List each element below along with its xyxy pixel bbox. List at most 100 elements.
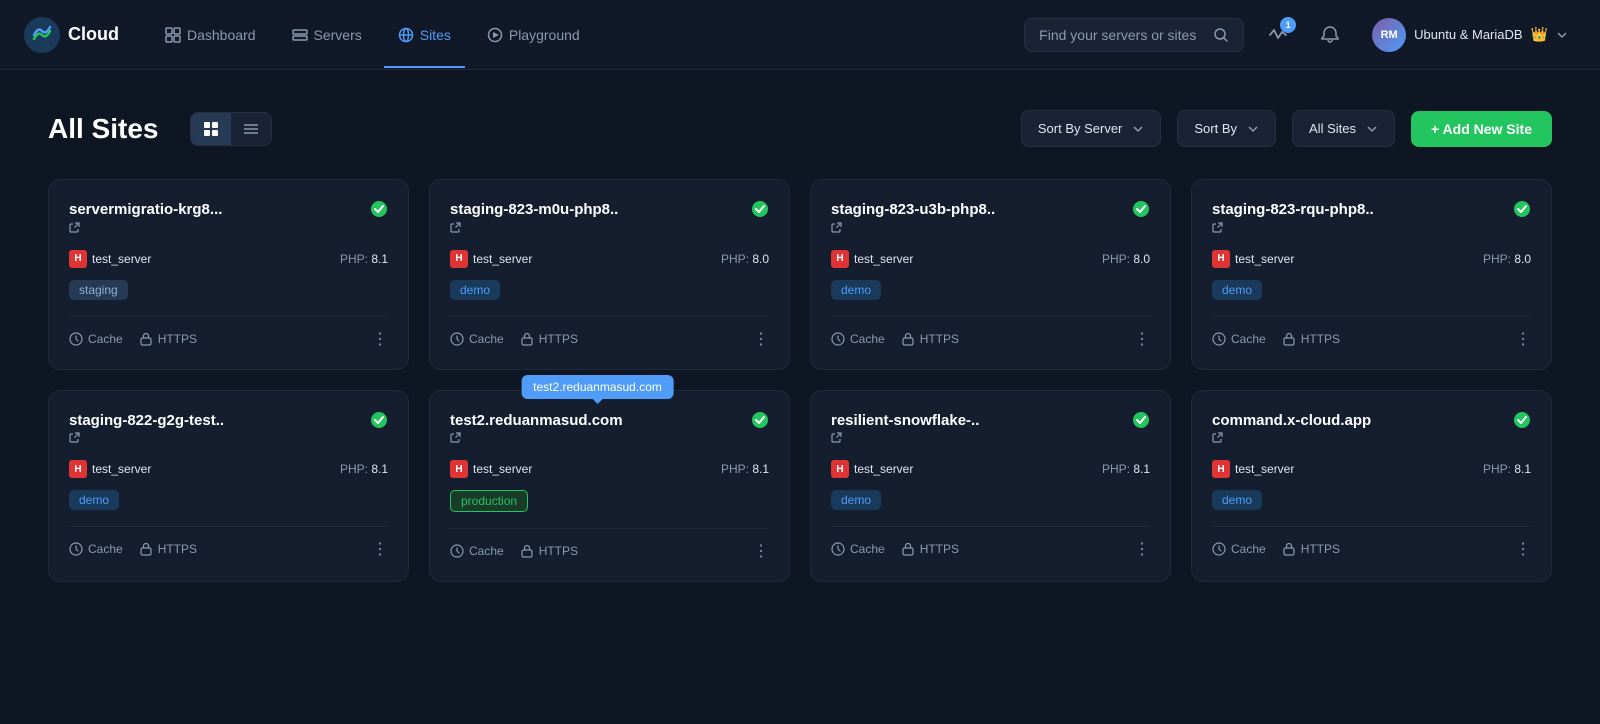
- https-button[interactable]: HTTPS: [1282, 542, 1340, 556]
- server-badge: H test_server: [831, 250, 913, 268]
- more-options-button[interactable]: ⋮: [1515, 539, 1531, 559]
- https-button[interactable]: HTTPS: [901, 332, 959, 346]
- external-link-icon[interactable]: [831, 432, 842, 446]
- cache-button[interactable]: Cache: [69, 332, 123, 346]
- https-label: HTTPS: [920, 332, 959, 346]
- site-card[interactable]: servermigratio-krg8... H test_server PHP…: [48, 179, 409, 370]
- site-card[interactable]: staging-822-g2g-test.. H test_server PHP…: [48, 390, 409, 583]
- site-tag[interactable]: demo: [831, 490, 881, 510]
- cache-icon: [69, 542, 83, 556]
- avatar: RM: [1372, 18, 1406, 52]
- php-badge: PHP: 8.1: [1102, 462, 1150, 476]
- cache-button[interactable]: Cache: [1212, 332, 1266, 346]
- site-card[interactable]: staging-823-m0u-php8.. H test_server PHP…: [429, 179, 790, 370]
- nav-item-dashboard[interactable]: Dashboard: [151, 19, 270, 51]
- https-button[interactable]: HTTPS: [1282, 332, 1340, 346]
- card-actions: Cache HTTPS ⋮: [69, 316, 388, 349]
- https-label: HTTPS: [1301, 542, 1340, 556]
- cache-button[interactable]: Cache: [450, 332, 504, 346]
- php-version: 8.1: [752, 462, 769, 476]
- nav-item-playground[interactable]: Playground: [473, 19, 594, 51]
- https-icon: [901, 542, 915, 556]
- php-version: 8.0: [1514, 252, 1531, 266]
- hetzner-icon: H: [450, 460, 468, 478]
- site-card[interactable]: staging-823-u3b-php8.. H test_server PHP…: [810, 179, 1171, 370]
- https-button[interactable]: HTTPS: [520, 544, 578, 558]
- sort-by-server-dropdown[interactable]: Sort By Server: [1021, 110, 1162, 147]
- php-badge: PHP: 8.1: [340, 462, 388, 476]
- external-link-icon[interactable]: [831, 222, 842, 236]
- site-name: staging-823-rqu-php8..: [1212, 200, 1507, 220]
- more-options-button[interactable]: ⋮: [372, 539, 388, 559]
- chevron-down-icon: [1132, 123, 1144, 135]
- card-meta: H test_server PHP: 8.1: [69, 250, 388, 268]
- activity-badge: 1: [1280, 17, 1296, 33]
- notifications-button[interactable]: [1312, 17, 1348, 53]
- https-label: HTTPS: [920, 542, 959, 556]
- site-tag[interactable]: demo: [1212, 280, 1262, 300]
- nav-item-servers[interactable]: Servers: [278, 19, 376, 51]
- site-tag[interactable]: demo: [69, 490, 119, 510]
- cache-button[interactable]: Cache: [450, 544, 504, 558]
- https-button[interactable]: HTTPS: [139, 542, 197, 556]
- https-icon: [1282, 542, 1296, 556]
- sites-grid: servermigratio-krg8... H test_server PHP…: [48, 179, 1552, 582]
- sort-by-dropdown[interactable]: Sort By: [1177, 110, 1276, 147]
- more-options-button[interactable]: ⋮: [753, 541, 769, 561]
- hetzner-icon: H: [69, 250, 87, 268]
- site-name: servermigratio-krg8...: [69, 200, 364, 220]
- https-label: HTTPS: [539, 544, 578, 558]
- nav-item-sites[interactable]: Sites: [384, 19, 465, 51]
- external-link-icon[interactable]: [1212, 222, 1223, 236]
- https-button[interactable]: HTTPS: [901, 542, 959, 556]
- filter-dropdown[interactable]: All Sites: [1292, 110, 1395, 147]
- cache-button[interactable]: Cache: [831, 542, 885, 556]
- site-card[interactable]: command.x-cloud.app H test_server PHP: 8…: [1191, 390, 1552, 583]
- site-card[interactable]: staging-823-rqu-php8.. H test_server PHP…: [1191, 179, 1552, 370]
- user-menu[interactable]: RM Ubuntu & MariaDB 👑: [1364, 14, 1576, 56]
- site-tag[interactable]: demo: [1212, 490, 1262, 510]
- add-new-site-button[interactable]: + Add New Site: [1411, 111, 1552, 147]
- site-card[interactable]: test2.reduanmasud.com test2.reduanmasud.…: [429, 390, 790, 583]
- list-view-button[interactable]: [231, 113, 271, 145]
- site-tag[interactable]: production: [450, 490, 528, 512]
- tag-area: demo: [1212, 280, 1531, 300]
- https-label: HTTPS: [158, 542, 197, 556]
- cache-icon: [831, 332, 845, 346]
- cache-button[interactable]: Cache: [69, 542, 123, 556]
- more-options-button[interactable]: ⋮: [1134, 329, 1150, 349]
- https-button[interactable]: HTTPS: [139, 332, 197, 346]
- external-link-icon[interactable]: [450, 222, 461, 236]
- hetzner-icon: H: [450, 250, 468, 268]
- activity-button[interactable]: 1: [1260, 17, 1296, 53]
- more-options-button[interactable]: ⋮: [753, 329, 769, 349]
- more-options-button[interactable]: ⋮: [1515, 329, 1531, 349]
- logo[interactable]: Cloud: [24, 17, 119, 53]
- php-badge: PHP: 8.0: [1483, 252, 1531, 266]
- crown-icon: 👑: [1531, 26, 1548, 43]
- external-link-icon[interactable]: [1212, 432, 1223, 446]
- external-link-icon[interactable]: [69, 222, 80, 236]
- external-link-icon[interactable]: [450, 432, 461, 446]
- card-header: staging-823-u3b-php8..: [831, 200, 1150, 238]
- site-tag[interactable]: staging: [69, 280, 128, 300]
- site-name: resilient-snowflake-..: [831, 411, 1126, 431]
- cache-button[interactable]: Cache: [1212, 542, 1266, 556]
- status-active-icon: [1513, 411, 1531, 434]
- site-card[interactable]: resilient-snowflake-.. H test_server PHP…: [810, 390, 1171, 583]
- site-tag[interactable]: demo: [450, 280, 500, 300]
- php-version: 8.1: [1133, 462, 1150, 476]
- site-tag[interactable]: demo: [831, 280, 881, 300]
- more-options-button[interactable]: ⋮: [1134, 539, 1150, 559]
- cache-button[interactable]: Cache: [831, 332, 885, 346]
- server-badge: H test_server: [1212, 460, 1294, 478]
- external-link-icon[interactable]: [69, 432, 80, 446]
- nav-links: Dashboard Servers Sites Playground: [151, 19, 992, 51]
- site-name: test2.reduanmasud.com: [450, 411, 745, 431]
- grid-view-button[interactable]: [191, 113, 231, 145]
- more-options-button[interactable]: ⋮: [372, 329, 388, 349]
- https-icon: [139, 542, 153, 556]
- search-bar[interactable]: Find your servers or sites: [1024, 18, 1244, 52]
- cache-label: Cache: [850, 542, 885, 556]
- https-button[interactable]: HTTPS: [520, 332, 578, 346]
